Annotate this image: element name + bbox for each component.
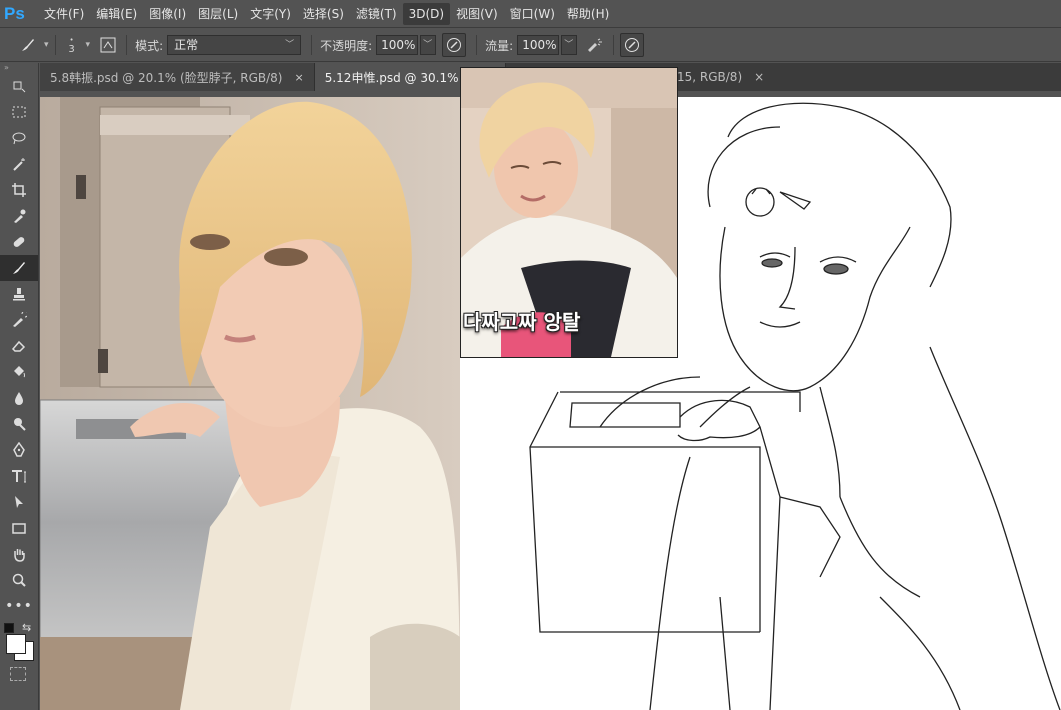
swap-colors-icon[interactable]: ⇆	[22, 621, 31, 634]
paint-bucket-icon[interactable]	[0, 359, 38, 385]
reference-photo	[40, 97, 460, 710]
brush-size-picker[interactable]: • 3	[62, 36, 82, 55]
more-tools-icon[interactable]: •••	[0, 593, 38, 619]
move-icon[interactable]	[0, 73, 38, 99]
flow-dropdown[interactable]: ﹀	[561, 35, 578, 55]
healing-brush-icon[interactable]	[0, 229, 38, 255]
tab-label: 15, RGB/8)	[677, 70, 743, 84]
menu-window[interactable]: 窗口(W)	[504, 3, 561, 25]
brush-size-value: 3	[68, 43, 75, 55]
brush-panel-toggle-icon[interactable]	[96, 33, 120, 57]
chevron-down-icon: ﹀	[285, 40, 295, 50]
tab-label: 5.8韩振.psd @ 20.1% (脸型脖子, RGB/8)	[50, 70, 283, 85]
pressure-size-icon[interactable]	[620, 33, 645, 57]
opacity-value: 100%	[381, 38, 416, 52]
brush-size-chevron-icon[interactable]: ▾	[86, 40, 91, 50]
brush-preset-icon[interactable]	[16, 33, 40, 57]
default-colors-icon[interactable]	[4, 623, 14, 633]
type-icon[interactable]	[0, 463, 38, 489]
chevron-down-icon: ﹀	[564, 40, 574, 50]
menu-layer[interactable]: 图层(L)	[192, 3, 244, 25]
flow-label: 流量:	[485, 38, 514, 53]
zoom-icon[interactable]	[0, 567, 38, 593]
tab-document-3[interactable]: 15, RGB/8) ×	[677, 63, 764, 91]
video-subtitle: 다짜고짜 앙탈	[463, 310, 581, 334]
brush-icon[interactable]	[0, 255, 38, 281]
tab-document-1[interactable]: 5.8韩振.psd @ 20.1% (脸型脖子, RGB/8) ×	[40, 63, 315, 91]
menu-help[interactable]: 帮助(H)	[561, 3, 615, 25]
pressure-opacity-icon[interactable]	[442, 33, 467, 57]
menu-view[interactable]: 视图(V)	[450, 3, 504, 25]
foreground-color-swatch[interactable]	[6, 634, 26, 654]
opacity-input[interactable]: 100%	[376, 35, 419, 55]
menu-bar: Ps 文件(F) 编辑(E) 图像(I) 图层(L) 文字(Y) 选择(S) 滤…	[0, 0, 1061, 28]
clone-stamp-icon[interactable]	[0, 281, 38, 307]
crop-icon[interactable]	[0, 177, 38, 203]
brush-preset-chevron-icon[interactable]: ▾	[44, 40, 49, 50]
marquee-icon[interactable]	[0, 99, 38, 125]
menu-file[interactable]: 文件(F)	[38, 3, 90, 25]
flow-value: 100%	[522, 38, 557, 52]
pen-icon[interactable]	[0, 437, 38, 463]
rectangle-icon[interactable]	[0, 515, 38, 541]
menu-select[interactable]: 选择(S)	[297, 3, 350, 25]
mode-label: 模式:	[135, 38, 164, 53]
tools-panel: » ••• ⇆	[0, 63, 39, 710]
menu-type[interactable]: 文字(Y)	[244, 3, 297, 25]
panel-collapse-icon[interactable]: »	[0, 63, 38, 73]
chevron-down-icon: ﹀	[423, 40, 433, 50]
magic-wand-icon[interactable]	[0, 151, 38, 177]
quick-mask-icon[interactable]	[10, 667, 26, 681]
path-selection-icon[interactable]	[0, 489, 38, 515]
eyedropper-icon[interactable]	[0, 203, 38, 229]
opacity-dropdown[interactable]: ﹀	[420, 35, 437, 55]
brush-dot-icon: •	[69, 35, 74, 44]
mode-select[interactable]: 正常 ﹀	[167, 35, 302, 55]
airbrush-icon[interactable]	[583, 33, 607, 57]
dodge-icon[interactable]	[0, 411, 38, 437]
blur-icon[interactable]	[0, 385, 38, 411]
flow-input[interactable]: 100%	[517, 35, 560, 55]
menu-filter[interactable]: 滤镜(T)	[350, 3, 403, 25]
mode-value: 正常	[174, 38, 199, 52]
eraser-icon[interactable]	[0, 333, 38, 359]
app-logo: Ps	[4, 3, 25, 23]
color-swatches: ⇆	[0, 619, 38, 667]
hand-icon[interactable]	[0, 541, 38, 567]
opacity-label: 不透明度:	[320, 38, 373, 53]
lasso-icon[interactable]	[0, 125, 38, 151]
options-bar: ▾ • 3 ▾ 模式: 正常 ﹀ 不透明度: 100% ﹀ 流量: 100% ﹀	[0, 29, 1061, 62]
menu-edit[interactable]: 编辑(E)	[90, 3, 143, 25]
history-brush-icon[interactable]	[0, 307, 38, 333]
close-icon[interactable]: ×	[295, 71, 304, 84]
menu-3d[interactable]: 3D(D)	[402, 2, 451, 25]
menu-image[interactable]: 图像(I)	[143, 3, 192, 25]
reference-thumbnail[interactable]: 다짜고짜 앙탈	[460, 67, 678, 358]
close-icon[interactable]: ×	[754, 70, 764, 84]
